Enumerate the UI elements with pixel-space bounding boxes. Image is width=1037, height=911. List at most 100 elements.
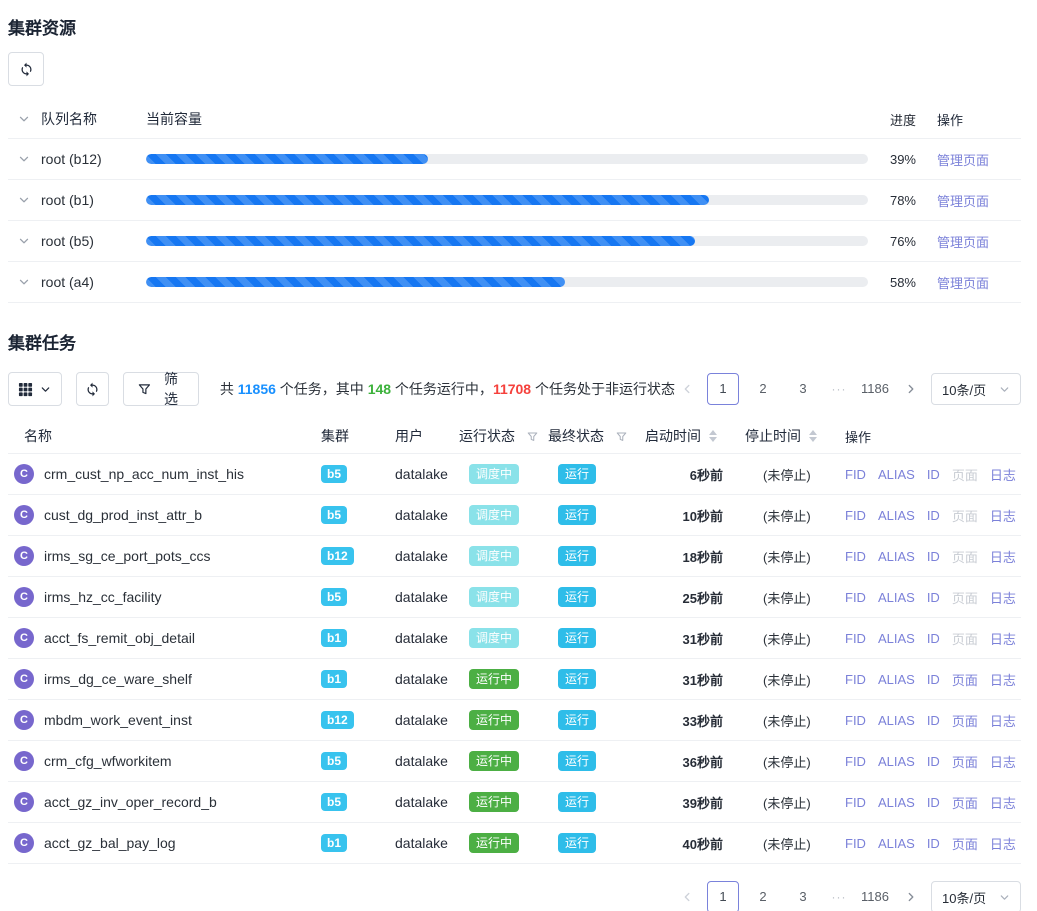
resources-refresh-button[interactable]	[8, 52, 44, 86]
page-link[interactable]: 页面	[952, 588, 978, 607]
task-table-body: C crm_cust_np_acc_num_inst_his b5 datala…	[8, 454, 1021, 864]
chevron-down-icon	[999, 892, 1010, 903]
page-number-1[interactable]: 1	[707, 881, 739, 911]
manage-page-link[interactable]: 管理页面	[937, 153, 989, 168]
summary-segment: 个任务处于非运行状态	[531, 381, 675, 397]
alias-link[interactable]: ALIAS	[878, 590, 915, 605]
alias-link[interactable]: ALIAS	[878, 467, 915, 482]
alias-link[interactable]: ALIAS	[878, 836, 915, 851]
alias-link[interactable]: ALIAS	[878, 631, 915, 646]
start-time-column-header: 启动时间	[645, 426, 701, 446]
tasks-refresh-button[interactable]	[76, 372, 110, 406]
id-link[interactable]: ID	[927, 713, 940, 728]
id-link[interactable]: ID	[927, 590, 940, 605]
id-link[interactable]: ID	[927, 672, 940, 687]
log-link[interactable]: 日志	[990, 752, 1016, 771]
prev-page-icon[interactable]	[675, 881, 699, 911]
fid-link[interactable]: FID	[845, 590, 866, 605]
fid-link[interactable]: FID	[845, 631, 866, 646]
fid-link[interactable]: FID	[845, 795, 866, 810]
page-number-last[interactable]: 1186	[859, 881, 891, 911]
manage-page-link[interactable]: 管理页面	[937, 194, 989, 209]
run-status-filter-icon[interactable]	[527, 431, 538, 442]
fid-link[interactable]: FID	[845, 508, 866, 523]
page-size-select[interactable]: 10条/页	[931, 881, 1021, 911]
page-link[interactable]: 页面	[952, 752, 978, 771]
queue-row: root (b5) 76% 管理页面	[8, 221, 1021, 262]
capacity-progress-bar	[146, 154, 868, 164]
page-link[interactable]: 页面	[952, 670, 978, 689]
collapse-all-icon[interactable]	[18, 113, 30, 125]
summary-segment: 11856	[238, 381, 276, 397]
filter-button[interactable]: 筛选	[123, 372, 198, 406]
alias-link[interactable]: ALIAS	[878, 754, 915, 769]
fid-link[interactable]: FID	[845, 836, 866, 851]
start-time-sorter-icon[interactable]	[709, 430, 717, 442]
next-page-icon[interactable]	[899, 881, 923, 911]
manage-page-link[interactable]: 管理页面	[937, 276, 989, 291]
fid-link[interactable]: FID	[845, 754, 866, 769]
page-number-3[interactable]: 3	[787, 373, 819, 405]
log-link[interactable]: 日志	[990, 670, 1016, 689]
stop-time-sorter-icon[interactable]	[809, 430, 817, 442]
id-link[interactable]: ID	[927, 754, 940, 769]
page-number-2[interactable]: 2	[747, 373, 779, 405]
id-link[interactable]: ID	[927, 631, 940, 646]
fid-link[interactable]: FID	[845, 713, 866, 728]
task-user: datalake	[395, 466, 459, 482]
log-link[interactable]: 日志	[990, 793, 1016, 812]
capacity-column-header: 当前容量	[146, 109, 868, 129]
manage-page-link[interactable]: 管理页面	[937, 235, 989, 250]
page-number-2[interactable]: 2	[747, 881, 779, 911]
avatar: C	[14, 546, 34, 566]
page-number-3[interactable]: 3	[787, 881, 819, 911]
page-size-select[interactable]: 10条/页	[931, 373, 1021, 405]
chevron-down-icon[interactable]	[18, 276, 30, 288]
refresh-icon	[19, 62, 34, 77]
alias-link[interactable]: ALIAS	[878, 549, 915, 564]
page-link[interactable]: 页面	[952, 506, 978, 525]
page-link[interactable]: 页面	[952, 547, 978, 566]
id-link[interactable]: ID	[927, 549, 940, 564]
id-link[interactable]: ID	[927, 795, 940, 810]
fid-link[interactable]: FID	[845, 467, 866, 482]
page-ellipsis[interactable]: ···	[827, 382, 851, 396]
chevron-down-icon	[999, 384, 1010, 395]
page-number-last[interactable]: 1186	[859, 373, 891, 405]
page-link[interactable]: 页面	[952, 629, 978, 648]
prev-page-icon[interactable]	[675, 373, 699, 405]
final-status-filter-icon[interactable]	[616, 431, 627, 442]
fid-link[interactable]: FID	[845, 672, 866, 687]
page-number-1[interactable]: 1	[707, 373, 739, 405]
page-link[interactable]: 页面	[952, 793, 978, 812]
page-link[interactable]: 页面	[952, 834, 978, 853]
fid-link[interactable]: FID	[845, 549, 866, 564]
alias-link[interactable]: ALIAS	[878, 713, 915, 728]
log-link[interactable]: 日志	[990, 506, 1016, 525]
log-link[interactable]: 日志	[990, 711, 1016, 730]
column-settings-button[interactable]	[8, 372, 62, 406]
log-link[interactable]: 日志	[990, 465, 1016, 484]
pagination-bottom: 1 2 3 ··· 1186 10条/页	[675, 881, 1021, 911]
cluster-badge: b5	[321, 465, 347, 483]
next-page-icon[interactable]	[899, 373, 923, 405]
log-link[interactable]: 日志	[990, 588, 1016, 607]
chevron-down-icon[interactable]	[18, 153, 30, 165]
id-link[interactable]: ID	[927, 836, 940, 851]
log-link[interactable]: 日志	[990, 547, 1016, 566]
chevron-down-icon[interactable]	[18, 194, 30, 206]
cluster-badge: b5	[321, 588, 347, 606]
page-link[interactable]: 页面	[952, 711, 978, 730]
log-link[interactable]: 日志	[990, 629, 1016, 648]
chevron-down-icon[interactable]	[18, 235, 30, 247]
page-ellipsis[interactable]: ···	[827, 890, 851, 904]
page-link[interactable]: 页面	[952, 465, 978, 484]
alias-link[interactable]: ALIAS	[878, 672, 915, 687]
log-link[interactable]: 日志	[990, 834, 1016, 853]
id-link[interactable]: ID	[927, 508, 940, 523]
final-status-column-header: 最终状态	[548, 426, 604, 446]
filter-funnel-icon	[138, 382, 151, 396]
id-link[interactable]: ID	[927, 467, 940, 482]
alias-link[interactable]: ALIAS	[878, 508, 915, 523]
alias-link[interactable]: ALIAS	[878, 795, 915, 810]
